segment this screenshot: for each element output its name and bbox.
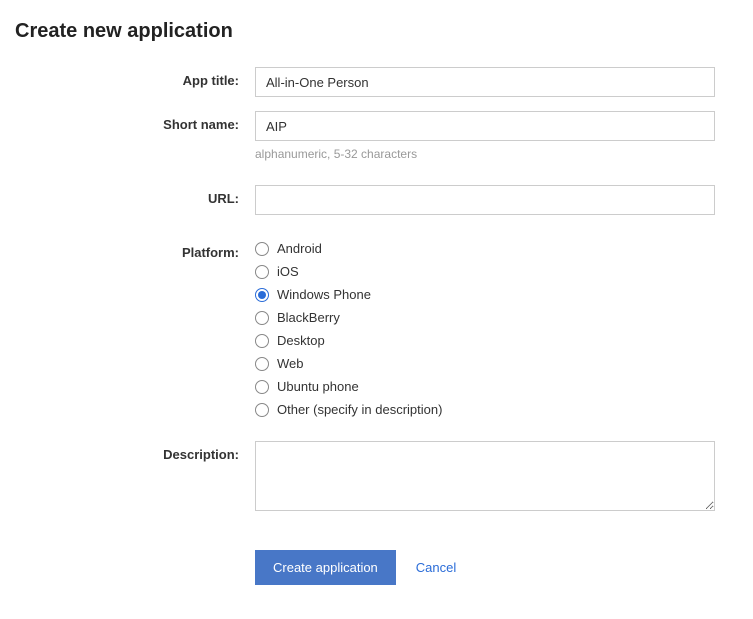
radio-icon [255,311,269,325]
radio-label: iOS [277,264,299,279]
short-name-row: Short name: alphanumeric, 5-32 character… [15,111,738,161]
platform-row: Platform: Android iOS Windows Phone BlackBe… [15,239,738,417]
app-title-label: App title: [15,67,255,88]
description-row: Description: [15,441,738,514]
short-name-label: Short name: [15,111,255,132]
radio-icon [255,403,269,417]
app-title-row: App title: [15,67,738,97]
short-name-input[interactable] [255,111,715,141]
url-label: URL: [15,185,255,206]
radio-icon [255,288,269,302]
radio-label: Web [277,356,304,371]
radio-icon [255,357,269,371]
button-row-container: Create application Cancel [15,528,738,585]
platform-radio-desktop[interactable]: Desktop [255,333,715,348]
radio-label: Android [277,241,322,256]
create-application-button[interactable]: Create application [255,550,396,585]
platform-radio-android[interactable]: Android [255,241,715,256]
platform-radio-ubuntu-phone[interactable]: Ubuntu phone [255,379,715,394]
cancel-link[interactable]: Cancel [416,560,456,575]
platform-radio-blackberry[interactable]: BlackBerry [255,310,715,325]
url-row: URL: [15,185,738,215]
radio-label: Desktop [277,333,325,348]
radio-icon [255,380,269,394]
url-input[interactable] [255,185,715,215]
radio-label: BlackBerry [277,310,340,325]
radio-icon [255,334,269,348]
short-name-hint: alphanumeric, 5-32 characters [255,147,715,161]
radio-label: Windows Phone [277,287,371,302]
description-label: Description: [15,441,255,462]
platform-radio-other-specify-in-description[interactable]: Other (specify in description) [255,402,715,417]
platform-radio-list: Android iOS Windows Phone BlackBerry Desktop… [255,239,715,417]
radio-label: Ubuntu phone [277,379,359,394]
platform-label: Platform: [15,239,255,260]
platform-radio-web[interactable]: Web [255,356,715,371]
radio-label: Other (specify in description) [277,402,442,417]
radio-icon [255,242,269,256]
app-title-input[interactable] [255,67,715,97]
platform-radio-windows-phone[interactable]: Windows Phone [255,287,715,302]
radio-icon [255,265,269,279]
page-title: Create new application [15,20,738,43]
platform-radio-ios[interactable]: iOS [255,264,715,279]
description-input[interactable] [255,441,715,511]
